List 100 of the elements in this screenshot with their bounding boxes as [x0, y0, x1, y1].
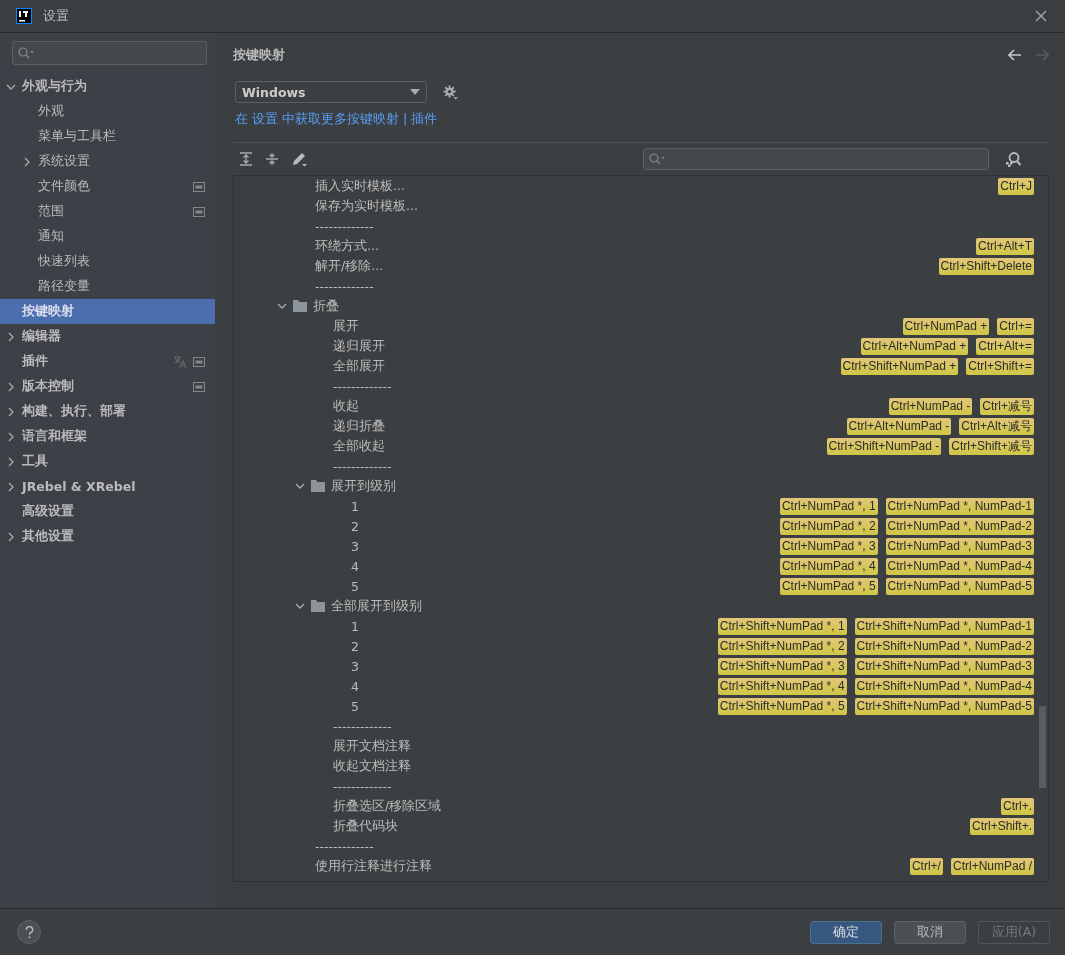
settings-icon[interactable] — [443, 84, 458, 100]
plugins-link[interactable]: 插件 — [411, 111, 438, 128]
chevron-icon[interactable] — [6, 406, 16, 417]
keymap-dropdown[interactable]: Windows — [235, 81, 427, 103]
action-label[interactable]: 5 — [351, 578, 359, 594]
shortcut-badge: Ctrl+Alt+NumPad + — [860, 337, 969, 355]
action-label[interactable]: 保存为实时模板... — [315, 197, 418, 215]
back-arrow-icon[interactable] — [1008, 49, 1022, 61]
shortcut-badge: Ctrl+NumPad *, NumPad-5 — [885, 577, 1034, 595]
chevron-icon[interactable] — [6, 331, 16, 342]
help-icon[interactable] — [17, 920, 41, 944]
chevron-icon[interactable] — [277, 301, 287, 311]
shortcut-badge: Ctrl+Shift+NumPad *, NumPad-2 — [854, 637, 1034, 655]
action-label[interactable]: 收起 — [333, 397, 359, 415]
chevron-icon[interactable] — [295, 481, 305, 491]
search-icon — [649, 153, 665, 165]
action-label[interactable]: 5 — [351, 698, 359, 714]
caret-icon — [410, 89, 420, 95]
sidebar-item[interactable]: 文件颜色 — [0, 174, 215, 199]
shortcut-badge: Ctrl+NumPad + — [902, 317, 990, 335]
chevron-icon[interactable] — [6, 531, 16, 542]
sidebar-item[interactable]: 路径变量 — [0, 274, 215, 299]
shortcut-badge: Ctrl+Shift+NumPad *, NumPad-4 — [854, 677, 1034, 695]
close-icon[interactable] — [1035, 10, 1047, 22]
action-label[interactable]: 4 — [351, 678, 359, 694]
scrollbar-thumb[interactable] — [1039, 706, 1046, 788]
action-label[interactable]: 2 — [351, 638, 359, 654]
expand-all-icon[interactable] — [239, 152, 253, 166]
shortcut-badge: Ctrl+减号 — [980, 397, 1034, 415]
shortcut-badge: Ctrl+NumPad *, NumPad-1 — [885, 497, 1034, 515]
sidebar-item[interactable]: 高级设置 — [0, 499, 215, 524]
search-field[interactable] — [643, 148, 989, 170]
get-keymaps-link[interactable]: 在 设置 中获取更多按键映射 — [235, 111, 399, 128]
sidebar-item[interactable]: 通知 — [0, 224, 215, 249]
separator-label: ------------- — [333, 718, 392, 734]
sidebar-item[interactable]: 快速列表 — [0, 249, 215, 274]
action-label[interactable]: 环绕方式... — [315, 237, 379, 255]
sidebar-item[interactable]: 其他设置 — [0, 524, 215, 549]
collapse-all-icon[interactable] — [265, 152, 279, 166]
action-label[interactable]: 折叠选区/移除区域 — [333, 797, 442, 815]
action-label[interactable]: 递归展开 — [333, 337, 385, 355]
separator-label: ------------- — [315, 218, 374, 234]
action-label[interactable]: 1 — [351, 618, 359, 634]
action-label[interactable]: 全部展开 — [333, 357, 385, 375]
shortcut-badge: Ctrl+NumPad *, 1 — [779, 497, 878, 515]
sidebar-item[interactable]: 按键映射 — [0, 299, 215, 324]
action-label[interactable]: 全部收起 — [333, 437, 385, 455]
shortcut-badge: Ctrl+J — [998, 177, 1034, 195]
chevron-icon[interactable] — [295, 601, 305, 611]
action-label[interactable]: 3 — [351, 658, 359, 674]
action-label[interactable]: 1 — [351, 498, 359, 514]
chevron-icon[interactable] — [6, 381, 16, 392]
action-label[interactable]: 2 — [351, 518, 359, 534]
folder-icon — [293, 300, 307, 312]
chevron-icon[interactable] — [6, 456, 16, 467]
sidebar-item[interactable]: 外观 — [0, 99, 215, 124]
find-shortcut-icon[interactable] — [1005, 151, 1021, 167]
separator-label: ------------- — [315, 838, 374, 854]
sidebar-item[interactable]: JRebel & XRebel — [0, 474, 215, 499]
action-label[interactable]: 展开 — [333, 317, 359, 335]
chevron-icon[interactable] — [22, 156, 32, 167]
pencil-icon[interactable] — [291, 151, 307, 167]
sidebar-item[interactable]: 编辑器 — [0, 324, 215, 349]
shortcut-badge: Ctrl+NumPad / — [950, 857, 1034, 875]
search-field[interactable] — [12, 41, 207, 65]
action-label[interactable]: 使用行注释进行注释 — [315, 857, 432, 875]
folder-label[interactable]: 展开到级别 — [331, 477, 396, 495]
sidebar-item[interactable]: 版本控制 — [0, 374, 215, 399]
sidebar-item[interactable]: 构建、执行、部署 — [0, 399, 215, 424]
sidebar-item[interactable]: 系统设置 — [0, 149, 215, 174]
shortcut-badge: Ctrl+Shift+NumPad *, 3 — [717, 657, 847, 675]
sidebar-item[interactable]: 范围 — [0, 199, 215, 224]
action-label[interactable]: 3 — [351, 538, 359, 554]
shortcut-badge: Ctrl+NumPad *, 5 — [779, 577, 878, 595]
folder-label[interactable]: 折叠 — [313, 297, 339, 315]
action-label[interactable]: 4 — [351, 558, 359, 574]
action-label[interactable]: 递归折叠 — [333, 417, 385, 435]
separator-label: ------------- — [315, 278, 374, 294]
sidebar-item[interactable]: 插件 — [0, 349, 215, 374]
action-label[interactable]: 插入实时模板... — [315, 177, 405, 195]
link-separator: | — [402, 111, 408, 128]
sidebar-item[interactable]: 外观与行为 — [0, 74, 215, 99]
chevron-icon[interactable] — [6, 481, 16, 492]
sidebar-item[interactable]: 语言和框架 — [0, 424, 215, 449]
chevron-icon[interactable] — [6, 431, 16, 442]
search-icon — [18, 47, 34, 59]
action-label[interactable]: 折叠代码块 — [333, 817, 398, 835]
cancel-button[interactable]: 取消 — [894, 920, 966, 944]
action-label[interactable]: 展开文档注释 — [333, 737, 411, 755]
action-label[interactable]: 收起文档注释 — [333, 757, 411, 775]
ok-button[interactable]: 确定 — [810, 920, 882, 944]
shortcut-badge: Ctrl+. — [1001, 797, 1034, 815]
folder-label[interactable]: 全部展开到级别 — [331, 597, 422, 615]
shortcut-badge: Ctrl+NumPad - — [888, 397, 973, 415]
sidebar-item[interactable]: 工具 — [0, 449, 215, 474]
shortcut-badge: Ctrl+/ — [909, 857, 943, 875]
shortcut-badge: Ctrl+Shift+NumPad + — [840, 357, 959, 375]
action-label[interactable]: 解开/移除... — [315, 257, 384, 275]
sidebar-item[interactable]: 菜单与工具栏 — [0, 124, 215, 149]
shortcut-badge: Ctrl+Shift+NumPad *, 5 — [717, 697, 847, 715]
